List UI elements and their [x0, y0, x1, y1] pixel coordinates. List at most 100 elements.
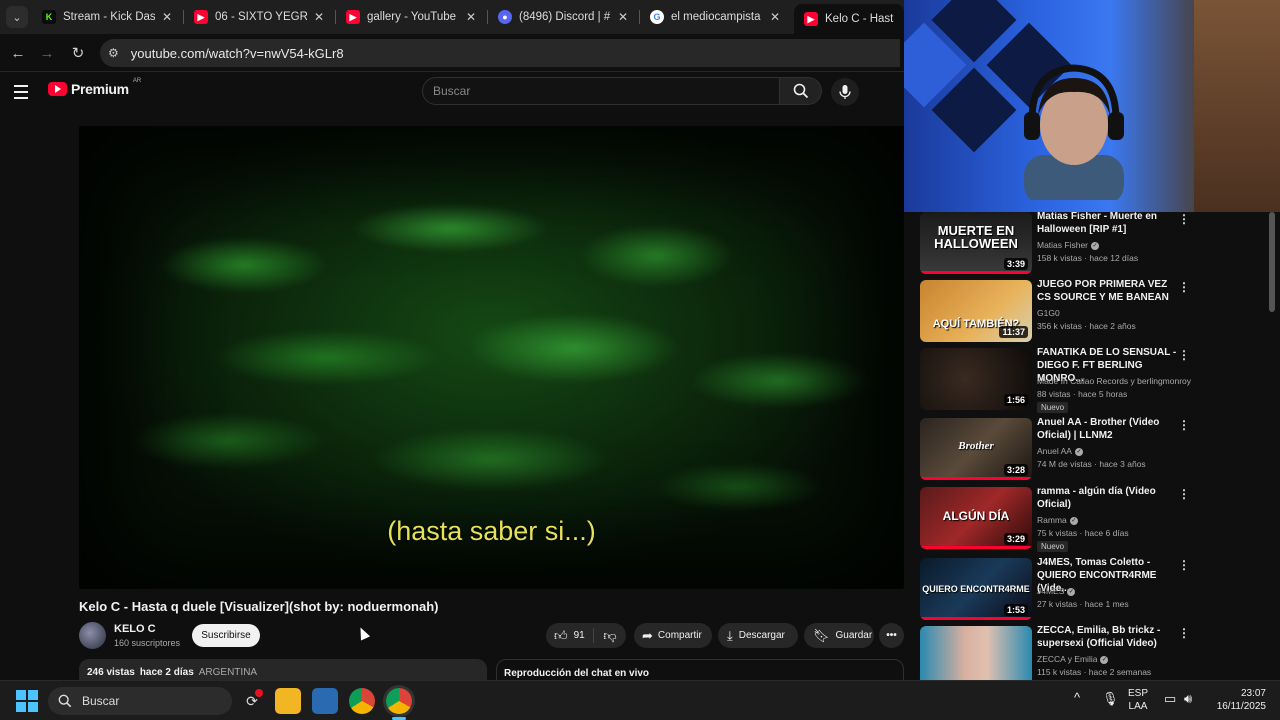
google-icon: G [650, 10, 664, 24]
video-thumbnail[interactable]: Brother 3:28 [920, 418, 1032, 480]
search-input[interactable]: Buscar [422, 77, 780, 105]
tab-google-search[interactable]: G el mediocampista ja ✕ [640, 4, 790, 30]
recommendation-item[interactable]: MUERTE EN HALLOWEEN 3:39 Matias Fisher -… [920, 212, 1270, 276]
browser-toolbar: ← → ↻ ⚙ youtube.com/watch?v=nwV54-kGLr8 [0, 34, 904, 72]
channel-name[interactable]: KELO C [114, 623, 156, 635]
video-thumbnail[interactable] [920, 626, 1032, 680]
video-thumbnail[interactable]: MUERTE EN HALLOWEEN 3:39 [920, 212, 1032, 274]
browser-tab-bar: ⌄ K Stream - Kick Dashb ✕ ▶ 06 - SIXTO Y… [0, 0, 904, 34]
more-vertical-icon[interactable]: ⋮ [1178, 558, 1190, 572]
forward-button[interactable]: → [36, 42, 58, 64]
mouse-cursor [355, 625, 371, 641]
reload-button[interactable]: ↻ [67, 42, 89, 64]
streamer-webcam [1024, 64, 1124, 200]
youtube-icon: ▶ [346, 10, 360, 24]
recommendations-sidebar: MUERTE EN HALLOWEEN 3:39 Matias Fisher -… [904, 212, 1280, 680]
thumbs-up-icon: 👍︎ [554, 627, 568, 643]
more-vertical-icon[interactable]: ⋮ [1178, 487, 1190, 501]
video-title: Kelo C - Hasta q duele [Visualizer](shot… [79, 599, 439, 614]
more-vertical-icon[interactable]: ⋮ [1178, 212, 1190, 226]
chrome-active-icon[interactable] [386, 688, 412, 714]
close-tab-icon[interactable]: ✕ [466, 10, 476, 24]
recommendation-item[interactable]: 1:56 FANATIKA DE LO SENSUAL - DIEGO F. F… [920, 347, 1270, 413]
search-icon [58, 694, 72, 708]
video-thumbnail[interactable]: AQUÍ TAMBIÉN? 11:37 [920, 280, 1032, 342]
kick-icon: K [42, 10, 56, 24]
watch-progress-bar [920, 477, 1032, 480]
dislike-button[interactable]: 👎︎ [594, 628, 626, 644]
tab-kelo-c-active[interactable]: ▶ Kelo C - Hasta q du [794, 4, 904, 34]
close-tab-icon[interactable]: ✕ [770, 10, 780, 24]
verified-icon: ✓ [1067, 587, 1076, 596]
recommendation-item[interactable]: AQUÍ TAMBIÉN? 11:37 JUEGO POR PRIMERA VE… [920, 279, 1270, 344]
video-thumbnail[interactable]: 1:56 [920, 348, 1032, 410]
volume-icon[interactable]: 🔊︎ [1184, 692, 1192, 705]
subscribe-button[interactable]: Suscribirse [192, 624, 260, 647]
more-vertical-icon[interactable]: ⋮ [1178, 280, 1190, 294]
share-icon: ➦ [642, 627, 653, 643]
verified-icon: ✓ [1069, 516, 1078, 525]
close-tab-icon[interactable]: ✕ [314, 10, 324, 24]
address-bar[interactable]: ⚙ youtube.com/watch?v=nwV54-kGLr8 [100, 39, 900, 67]
new-badge: Nuevo [1037, 541, 1069, 552]
download-button[interactable]: ⤓ Descargar [718, 623, 798, 648]
more-horizontal-icon: ••• [886, 630, 897, 641]
microphone-icon [839, 85, 851, 99]
tab-gallery[interactable]: ▶ gallery - YouTube ✕ [336, 4, 486, 30]
recommendation-item[interactable]: Brother 3:28 Anuel AA - Brother (Video O… [920, 417, 1270, 482]
youtube-masthead: Premium AR Buscar [0, 72, 904, 112]
tab-discord[interactable]: ● (8496) Discord | # ✕ [488, 4, 638, 30]
bookmark-icon: 🔖︎ [813, 627, 830, 643]
video-player[interactable]: (hasta saber si...) [79, 126, 904, 589]
discord-icon: ● [498, 10, 512, 24]
close-tab-icon[interactable]: ✕ [618, 10, 628, 24]
chevron-up-icon[interactable]: ^ [1074, 691, 1080, 704]
more-actions-button[interactable]: ••• [879, 623, 904, 648]
more-vertical-icon[interactable]: ⋮ [1178, 348, 1190, 362]
recommendation-item[interactable]: ZECCA, Emilia, Bb trickz - supersexi (Of… [920, 625, 1270, 680]
hamburger-menu-icon[interactable] [14, 82, 34, 102]
chrome-icon[interactable] [349, 688, 375, 714]
search-button[interactable] [780, 77, 822, 105]
webcam-overlay [904, 0, 1280, 212]
recommendation-item[interactable]: QUIERO ENCONTR4RME 1:53 J4MES, Tomas Col… [920, 557, 1270, 622]
verified-icon: ✓ [1100, 655, 1109, 664]
more-vertical-icon[interactable]: ⋮ [1178, 418, 1190, 432]
back-button[interactable]: ← [7, 42, 29, 64]
app-window-icon[interactable] [312, 688, 338, 714]
site-info-icon[interactable]: ⚙ [108, 46, 119, 60]
video-caption: (hasta saber si...) [387, 516, 596, 546]
youtube-icon: ▶ [804, 12, 818, 26]
video-thumbnail[interactable]: ALGÚN DÍA 3:29 [920, 487, 1032, 549]
tab-kick[interactable]: K Stream - Kick Dashb ✕ [32, 4, 182, 30]
video-thumbnail[interactable]: QUIERO ENCONTR4RME 1:53 [920, 558, 1032, 620]
voice-search-button[interactable] [831, 78, 859, 106]
verified-icon: ✓ [1091, 241, 1100, 250]
thumbs-down-icon: 👎︎ [603, 627, 617, 643]
subscriber-count: 160 suscriptores [114, 638, 181, 648]
network-icon[interactable]: ▭ [1164, 692, 1176, 705]
close-tab-icon[interactable]: ✕ [162, 10, 172, 24]
file-explorer-icon[interactable] [275, 688, 301, 714]
youtube-logo-icon [48, 82, 67, 96]
language-indicator[interactable]: ESP LAA [1128, 687, 1148, 713]
watch-progress-bar [920, 617, 1032, 620]
windows-start-button[interactable] [16, 690, 38, 712]
microphone-icon[interactable]: 🎙︎ [1102, 692, 1119, 705]
save-button[interactable]: 🔖︎ Guardar [804, 623, 874, 648]
share-button[interactable]: ➦ Compartir [634, 623, 712, 648]
search-icon [793, 83, 808, 99]
channel-avatar[interactable] [79, 622, 106, 649]
like-button[interactable]: 👍︎ 91 [546, 628, 594, 643]
tab-search-button[interactable]: ⌄ [6, 6, 28, 28]
clock[interactable]: 23:07 16/11/2025 [1208, 687, 1266, 713]
like-dislike-group: 👍︎ 91 👎︎ [546, 623, 626, 648]
download-icon: ⤓ [727, 627, 733, 643]
notification-dot [255, 689, 263, 697]
more-vertical-icon[interactable]: ⋮ [1178, 626, 1190, 640]
youtube-icon: ▶ [194, 10, 208, 24]
taskbar-search[interactable]: Buscar [48, 687, 232, 715]
youtube-premium-logo[interactable]: Premium AR [48, 78, 141, 97]
recommendation-item[interactable]: ALGÚN DÍA 3:29 ramma - algún día (Video … [920, 486, 1270, 552]
tab-sixto-yegros[interactable]: ▶ 06 - SIXTO YEGROS, I ✕ [184, 4, 334, 30]
